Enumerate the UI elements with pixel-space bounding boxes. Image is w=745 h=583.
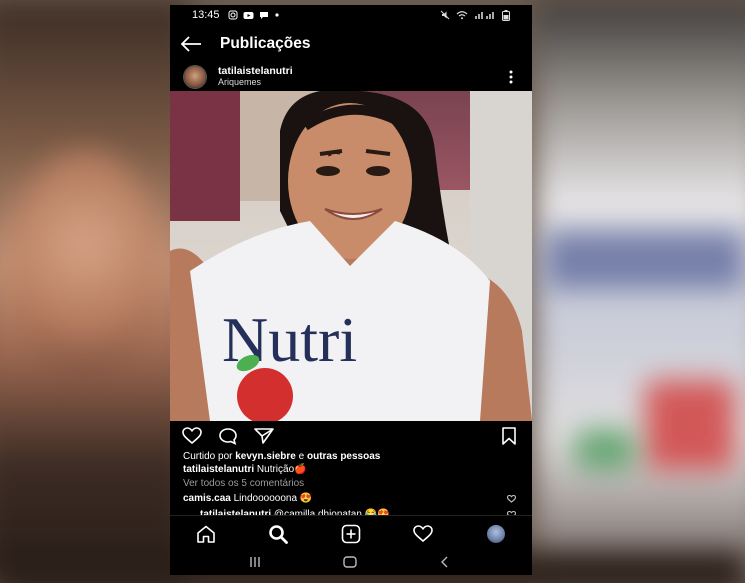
liked-prefix: Curtido por	[183, 451, 236, 462]
app-header: Publicações	[170, 25, 532, 63]
nav-activity[interactable]	[412, 524, 434, 544]
save-button[interactable]	[500, 427, 520, 445]
status-time: 13:45	[192, 9, 220, 21]
nav-new-post[interactable]	[340, 524, 362, 544]
share-button[interactable]	[254, 427, 274, 445]
system-navigation	[170, 549, 532, 575]
like-button[interactable]	[182, 427, 202, 445]
liked-mid: e	[295, 451, 307, 462]
post-actions	[170, 421, 532, 449]
comment-button[interactable]	[218, 427, 238, 445]
youtube-icon	[243, 11, 254, 19]
liked-by-line: Curtido por kevyn.siebre e outras pessoa…	[183, 451, 380, 462]
wifi-icon	[456, 11, 468, 20]
post-header: tatilaistelanutri Ariquemes	[170, 63, 532, 91]
signal-icon	[475, 12, 494, 19]
arrow-left-icon	[180, 36, 201, 52]
background-blur-right	[535, 0, 745, 583]
nav-search[interactable]	[267, 524, 289, 544]
comment-row: camis.caa Lindoooooona 😍	[183, 493, 312, 504]
send-icon	[254, 428, 274, 444]
back-button[interactable]	[180, 33, 202, 55]
home-square-icon	[343, 556, 357, 568]
heart-icon	[182, 427, 202, 445]
view-all-comments-link[interactable]: Ver todos os 5 comentários	[183, 478, 304, 489]
status-left-icons	[228, 10, 280, 20]
caption-text: Nutrição🍎	[254, 464, 307, 475]
bookmark-icon	[502, 427, 516, 445]
post-photo[interactable]: Nutri	[170, 91, 532, 421]
mute-icon	[440, 10, 450, 20]
heart-small-icon	[506, 494, 517, 503]
status-bar: 13:45	[170, 5, 532, 25]
background-blur-apple	[645, 380, 735, 470]
home-system-button[interactable]	[343, 555, 357, 569]
background-blur-leaf	[575, 430, 635, 470]
search-icon	[269, 525, 288, 544]
liked-user-link[interactable]: kevyn.siebre	[235, 451, 296, 462]
post-user-block: tatilaistelanutri Ariquemes	[218, 66, 293, 88]
add-post-icon	[341, 524, 361, 544]
nav-profile[interactable]	[485, 524, 507, 544]
phone-screen: 13:45 Publicações tatilaistelanutri Ariq…	[170, 5, 532, 575]
post-avatar[interactable]	[184, 66, 206, 88]
instagram-icon	[228, 10, 238, 20]
page-title: Publicações	[220, 35, 311, 52]
home-icon	[197, 525, 215, 543]
comment-text: Lindoooooona 😍	[230, 493, 313, 504]
heart-icon	[413, 525, 433, 543]
chevron-left-icon	[441, 556, 448, 568]
bottom-navigation	[170, 515, 532, 550]
photo-illustration: Nutri	[170, 91, 532, 421]
status-right-icons	[440, 9, 510, 21]
background-blur-face	[10, 150, 160, 380]
liked-others-link[interactable]: outras pessoas	[307, 451, 380, 462]
recents-icon	[250, 557, 260, 567]
caption-line: tatilaistelanutri Nutrição🍎	[183, 464, 307, 475]
background-blur-band	[545, 230, 745, 290]
post-username[interactable]: tatilaistelanutri	[218, 66, 293, 77]
post-location[interactable]: Ariquemes	[218, 77, 293, 88]
dot-icon	[274, 13, 279, 17]
comment-icon	[219, 428, 237, 445]
message-icon	[259, 12, 268, 19]
recent-apps-button[interactable]	[248, 555, 262, 569]
caption-username[interactable]: tatilaistelanutri	[183, 464, 254, 475]
comment-like-button[interactable]	[506, 494, 517, 503]
profile-avatar	[487, 525, 505, 543]
comment-username[interactable]: camis.caa	[183, 493, 231, 504]
battery-icon	[502, 9, 510, 21]
more-options-button[interactable]	[506, 69, 516, 85]
more-vertical-icon	[509, 70, 513, 84]
back-system-button[interactable]	[438, 555, 452, 569]
nav-home[interactable]	[195, 524, 217, 544]
